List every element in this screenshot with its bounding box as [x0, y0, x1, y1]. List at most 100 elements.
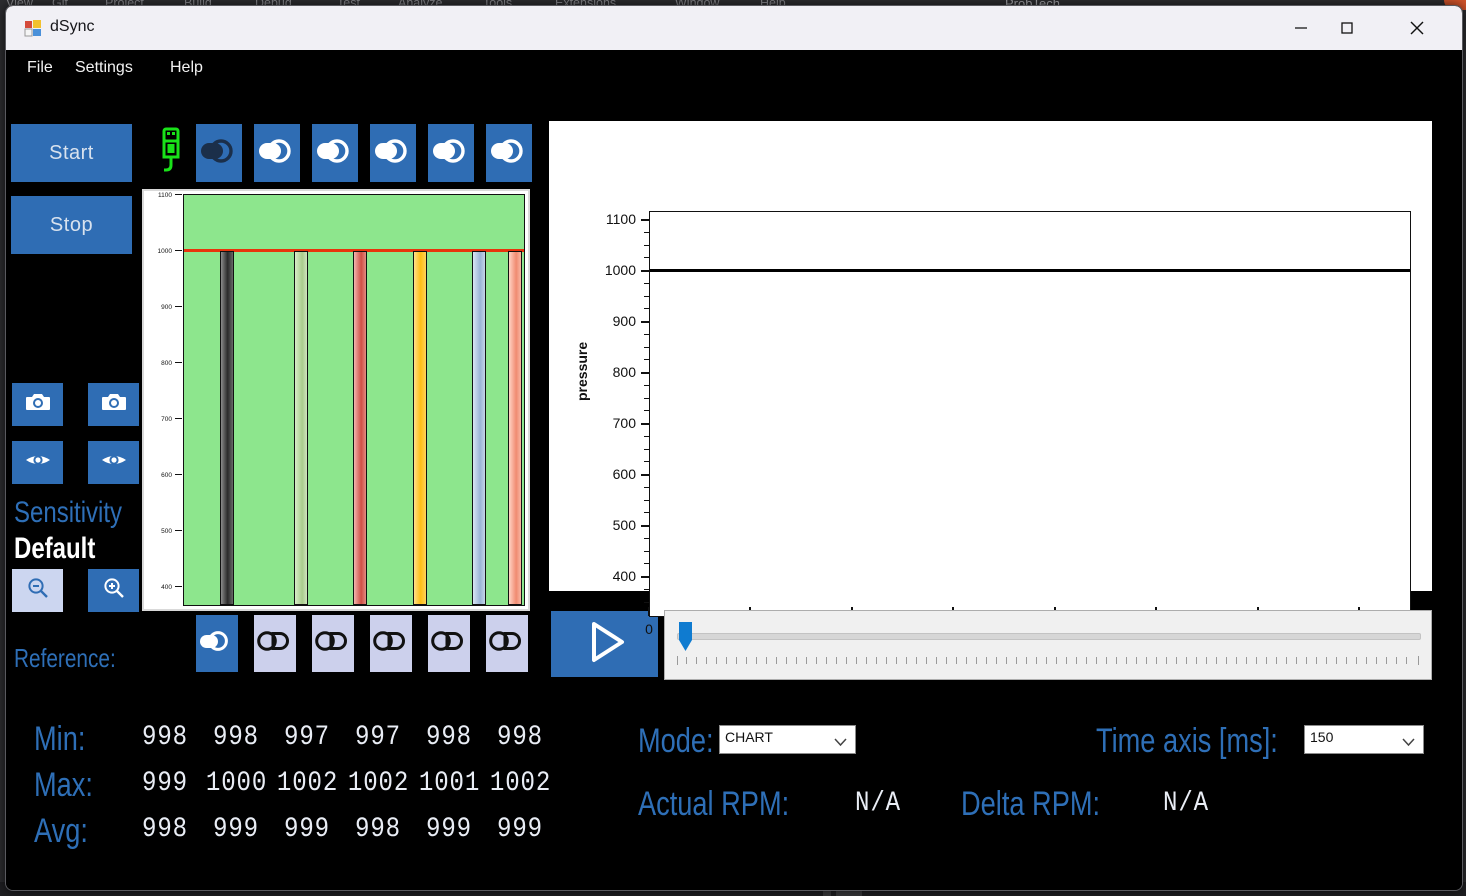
time-slider[interactable] — [664, 610, 1432, 680]
chart-ylabel: pressure — [574, 342, 590, 401]
stop-button[interactable]: Stop — [11, 196, 132, 254]
mini-bar-chart[interactable]: 1100 1000 900 800 700 600 500 400 — [142, 189, 530, 611]
slider-tick — [856, 657, 857, 664]
eye-button-2[interactable] — [88, 441, 139, 484]
camera-button-1[interactable] — [12, 383, 63, 426]
slider-tick — [716, 657, 717, 664]
usb-icon — [156, 125, 186, 178]
mini-ytick-label: 500 — [146, 528, 172, 535]
avg-value: 999 — [277, 814, 337, 845]
reference-toggle-4[interactable] — [370, 615, 412, 672]
maximize-button[interactable] — [1324, 6, 1370, 50]
slider-tick — [1076, 657, 1077, 664]
menu-item-help[interactable]: Help — [170, 59, 203, 77]
channel-toggle-1[interactable] — [196, 124, 242, 182]
channel-toggle-5[interactable] — [428, 124, 474, 182]
slider-tick — [1246, 657, 1247, 664]
actual-rpm-label: Actual RPM: — [638, 785, 789, 824]
slider-tick — [1306, 657, 1307, 664]
chart-xtick-label: 0 — [629, 621, 669, 637]
slider-tick — [756, 657, 757, 664]
chart-plot-area — [649, 211, 1411, 617]
reference-toggle-5[interactable] — [428, 615, 470, 672]
camera-button-2[interactable] — [88, 383, 139, 426]
slider-thumb[interactable] — [679, 622, 692, 657]
close-icon — [1407, 18, 1427, 38]
min-row-label: Min: — [34, 720, 85, 759]
chart-ytick-label: 400 — [592, 568, 636, 584]
slider-tick — [846, 657, 847, 664]
slider-tick — [706, 657, 707, 664]
slider-tick — [956, 657, 957, 664]
mini-bar — [508, 251, 522, 605]
mini-bar — [294, 251, 308, 605]
mini-plot-area — [183, 194, 525, 606]
reference-toggle-3[interactable] — [312, 615, 354, 672]
slider-tick — [1236, 657, 1237, 664]
minimize-button[interactable] — [1278, 6, 1324, 50]
mini-bar — [220, 251, 234, 605]
slider-tick — [1296, 657, 1297, 664]
eye-button-1[interactable] — [12, 441, 63, 484]
toggle-switch-icon — [488, 628, 526, 659]
mini-axis-tick — [175, 418, 182, 419]
slider-tick — [936, 657, 937, 664]
slider-tick — [836, 657, 837, 664]
mini-axis-tick — [175, 530, 182, 531]
slider-tick — [976, 657, 977, 664]
zoom-in-button[interactable] — [88, 569, 139, 612]
zoom-out-icon — [26, 576, 50, 605]
min-value: 998 — [490, 722, 550, 753]
menu-item-settings[interactable]: Settings — [75, 59, 133, 77]
slider-tick — [1016, 657, 1017, 664]
toggle-switch-icon — [257, 138, 297, 169]
time-axis-dropdown[interactable]: 150 — [1304, 725, 1424, 754]
channel-toggle-4[interactable] — [370, 124, 416, 182]
menu-bar: File Settings Help — [6, 50, 1462, 88]
slider-track[interactable] — [677, 633, 1421, 640]
delta-rpm-value: N/A — [1143, 788, 1229, 819]
max-value: 1002 — [277, 768, 337, 799]
slider-tick — [926, 657, 927, 664]
mode-dropdown[interactable]: CHART — [719, 725, 856, 754]
mini-ytick-label: 400 — [146, 584, 172, 591]
zoom-out-button[interactable] — [12, 569, 63, 612]
dsync-window: dSync File Settings Help Start Stop — [5, 5, 1463, 891]
channel-toggle-3[interactable] — [312, 124, 358, 182]
toggle-switch-icon — [430, 628, 468, 659]
toggle-switch-icon — [315, 138, 355, 169]
slider-tick — [1086, 657, 1087, 664]
slider-tick — [906, 657, 907, 664]
mini-axis-tick — [175, 250, 182, 251]
slider-tick — [1366, 657, 1367, 664]
slider-tick — [766, 657, 767, 664]
toggle-switch-icon — [489, 138, 529, 169]
reference-toggle-2[interactable] — [254, 615, 296, 672]
min-value: 998 — [206, 722, 266, 753]
time-axis-dropdown-value: 150 — [1310, 729, 1333, 745]
avg-value: 998 — [135, 814, 195, 845]
reference-toggle-1[interactable] — [196, 615, 238, 672]
slider-tick — [1096, 657, 1097, 664]
slider-tick — [686, 657, 687, 664]
slider-tick — [746, 657, 747, 664]
max-row-label: Max: — [34, 766, 93, 805]
mini-ytick-label: 1100 — [146, 192, 172, 199]
channel-toggle-2[interactable] — [254, 124, 300, 182]
mini-axis-tick — [175, 194, 182, 195]
mini-ytick-label: 700 — [146, 416, 172, 423]
slider-tick — [1346, 657, 1347, 664]
slider-tick — [1396, 657, 1397, 664]
time-axis-label: Time axis [ms]: — [1096, 722, 1278, 761]
pressure-time-chart[interactable]: pressure 1100 1000 900 800 700 600 500 4… — [549, 121, 1432, 591]
mini-axis-tick — [175, 306, 182, 307]
toggle-switch-icon — [431, 138, 471, 169]
start-button[interactable]: Start — [11, 124, 132, 182]
menu-item-file[interactable]: File — [27, 59, 53, 77]
delta-rpm-label: Delta RPM: — [961, 785, 1100, 824]
close-button[interactable] — [1394, 6, 1440, 50]
channel-toggle-6[interactable] — [486, 124, 532, 182]
reference-toggle-6[interactable] — [486, 615, 528, 672]
slider-tick — [1106, 657, 1107, 664]
slider-tick — [896, 657, 897, 664]
